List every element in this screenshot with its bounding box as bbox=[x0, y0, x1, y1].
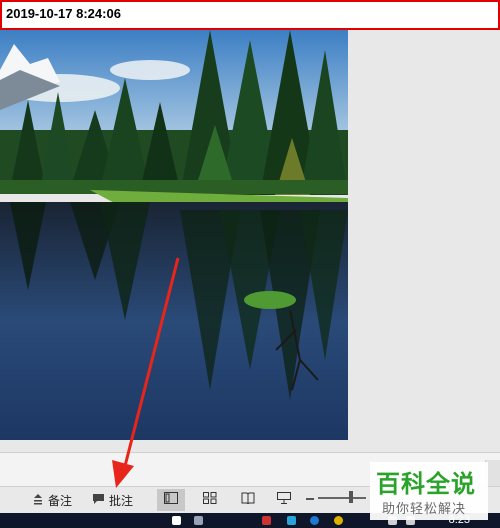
annotation-arrow bbox=[112, 257, 180, 488]
